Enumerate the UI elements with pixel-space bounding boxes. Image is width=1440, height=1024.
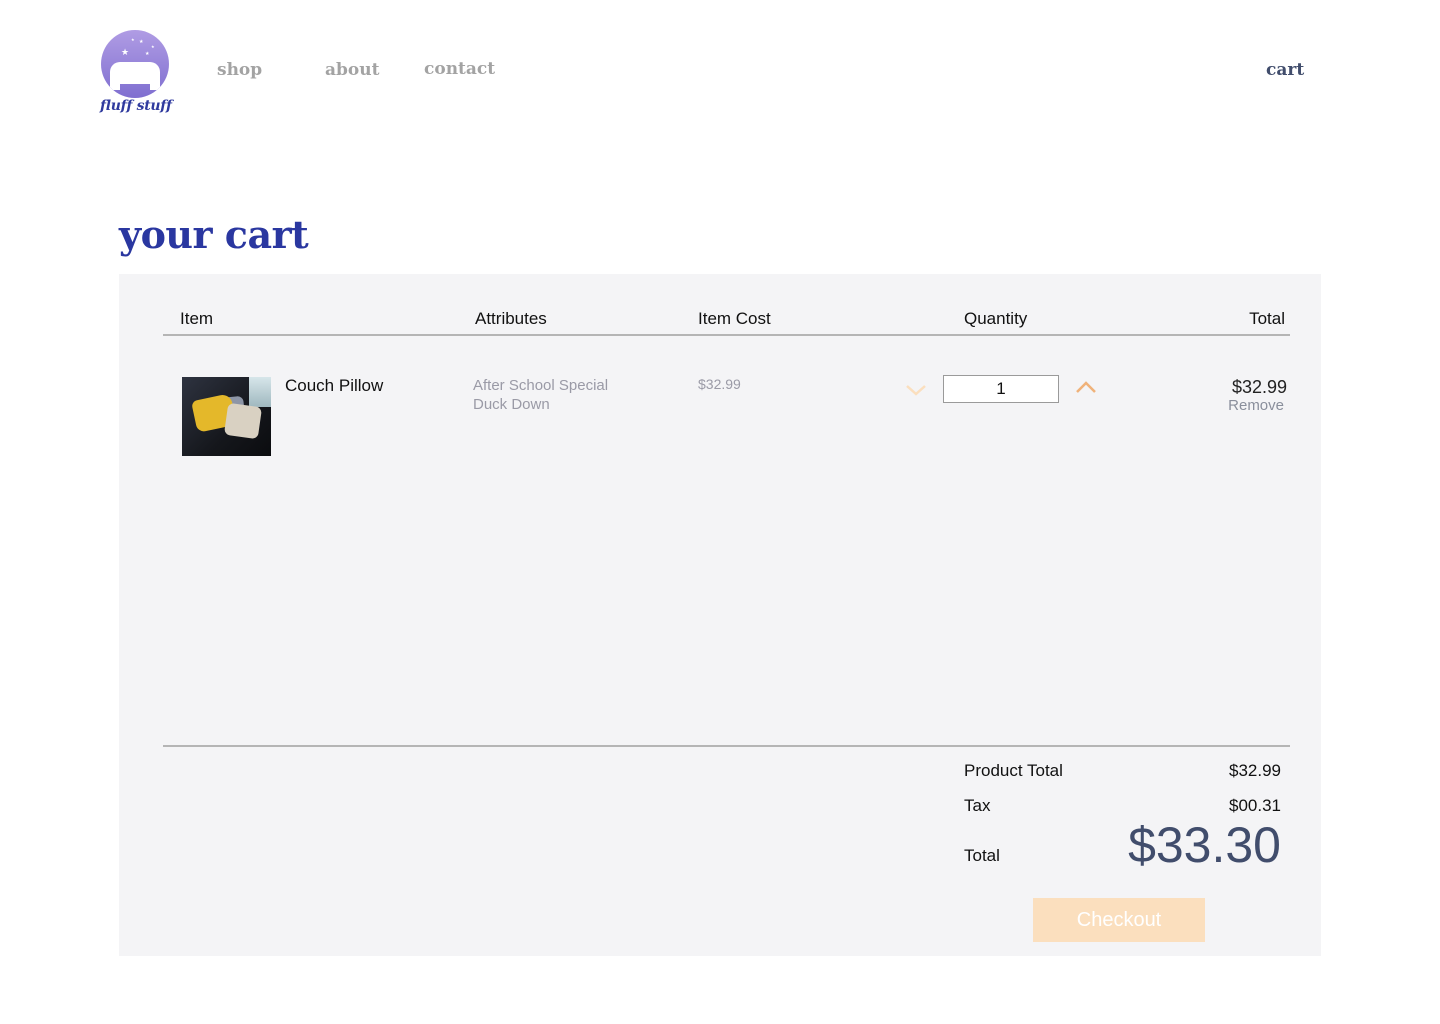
pillow-stars-icon: ★ ★ ★ ★ ★ — [101, 30, 169, 98]
header-item-cost: Item Cost — [698, 309, 771, 328]
attribute-style: After School Special — [473, 377, 609, 394]
brand-name: fluff stuff — [100, 98, 172, 114]
cart-panel: Item Attributes Item Cost Quantity Total… — [119, 274, 1321, 956]
summary-divider — [163, 745, 1290, 747]
nav-about[interactable]: about — [325, 60, 379, 80]
chevron-up-icon — [1076, 381, 1096, 393]
line-total: $32.99 — [1231, 377, 1287, 397]
product-total-label: Product Total — [964, 761, 1063, 780]
item-attributes: After School Special Duck Down — [473, 376, 608, 414]
nav-shop[interactable]: shop — [217, 60, 262, 80]
quantity-decrease-button[interactable] — [904, 380, 930, 400]
quantity-increase-button[interactable] — [1074, 378, 1100, 398]
grand-total-value: $33.30 — [1128, 817, 1281, 873]
tax-label: Tax — [964, 796, 991, 815]
item-name[interactable]: Couch Pillow — [285, 376, 383, 396]
header-total: Total — [1249, 309, 1285, 328]
nav-contact[interactable]: contact — [424, 59, 495, 79]
couch-pillow-photo — [182, 377, 271, 456]
total-label: Total — [964, 846, 1000, 865]
remove-link[interactable]: Remove — [1228, 397, 1284, 414]
product-total-value: $32.99 — [1229, 761, 1281, 780]
nav-cart[interactable]: cart — [1266, 60, 1304, 80]
chevron-down-icon — [906, 385, 926, 396]
quantity-input[interactable] — [943, 375, 1059, 403]
header-item: Item — [180, 309, 214, 328]
header-attributes: Attributes — [475, 309, 547, 328]
attribute-fill: Duck Down — [473, 396, 550, 413]
brand-logo[interactable]: ★ ★ ★ ★ ★ fluff stuff — [100, 30, 172, 114]
checkout-button[interactable]: Checkout — [1033, 898, 1205, 942]
item-cost: $32.99 — [698, 376, 741, 392]
page-title: your cart — [119, 212, 309, 257]
tax-value: $00.31 — [1229, 796, 1281, 815]
header-divider — [163, 334, 1290, 336]
header-quantity: Quantity — [964, 309, 1028, 328]
